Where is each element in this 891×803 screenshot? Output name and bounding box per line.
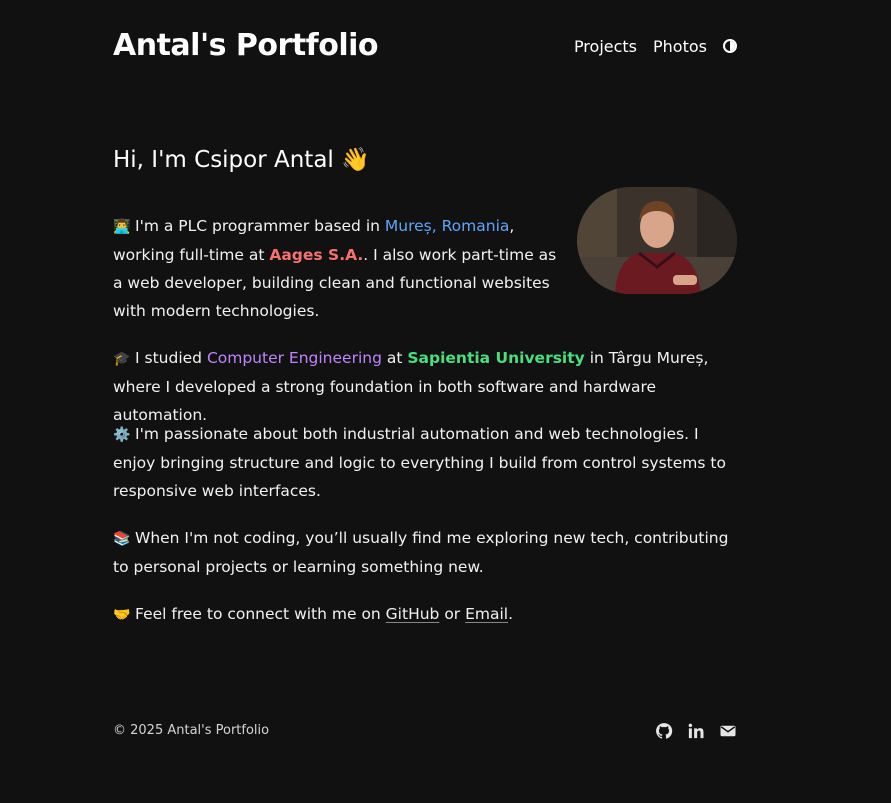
- p5-text-1: Feel free to connect with me on: [135, 605, 386, 623]
- company-highlight: Aages S.A.: [269, 246, 364, 264]
- avatar: [577, 187, 737, 294]
- p2-text-2: at: [381, 349, 408, 367]
- site-title[interactable]: Antal's Portfolio: [113, 26, 379, 66]
- site-header: Antal's Portfolio Projects Photos: [113, 26, 737, 66]
- intro-paragraph-education: 🎓 I studied Computer Engineering at Sapie…: [113, 344, 743, 429]
- technologist-emoji-icon: 👨‍💻: [113, 219, 131, 235]
- location-highlight: Mureș, Romania: [384, 217, 510, 235]
- github-icon[interactable]: [655, 722, 673, 740]
- p2-text-1: I studied: [135, 349, 207, 367]
- nav-photos-link[interactable]: Photos: [653, 37, 707, 56]
- theme-toggle-icon[interactable]: [723, 39, 737, 53]
- books-emoji-icon: 📚: [113, 531, 131, 547]
- p3-text: I'm passionate about both industrial aut…: [113, 425, 726, 500]
- graduation-cap-emoji-icon: 🎓: [113, 351, 131, 367]
- intro-paragraph-passion: ⚙️ I'm passionate about both industrial a…: [113, 420, 743, 505]
- copyright-text: © 2025 Antal's Portfolio: [113, 723, 270, 738]
- linkedin-icon[interactable]: [687, 722, 705, 740]
- handshake-emoji-icon: 🤝: [113, 607, 131, 623]
- p5-text-3: .: [508, 605, 514, 623]
- profile-photo-image: [577, 187, 737, 294]
- intro-paragraph-hobbies: 📚 When I'm not coding, you’ll usually fin…: [113, 524, 743, 581]
- nav-projects-link[interactable]: Projects: [574, 37, 637, 56]
- social-links: [655, 722, 737, 740]
- university-highlight: Sapientia University: [407, 349, 585, 367]
- site-footer: © 2025 Antal's Portfolio: [113, 722, 737, 742]
- intro-paragraph-work: 👨‍💻 I'm a PLC programmer based in Mureș, …: [113, 212, 563, 325]
- mail-icon[interactable]: [719, 722, 737, 740]
- p1-text-1: I'm a PLC programmer based in: [135, 217, 385, 235]
- email-link[interactable]: Email: [465, 605, 508, 623]
- gear-emoji-icon: ⚙️: [113, 427, 131, 443]
- main-nav: Projects Photos: [574, 26, 737, 66]
- field-highlight: Computer Engineering: [206, 349, 382, 367]
- p5-text-2: or: [439, 605, 466, 623]
- intro-paragraph-connect: 🤝 Feel free to connect with me on GitHub …: [113, 600, 743, 629]
- github-link[interactable]: GitHub: [386, 605, 440, 623]
- p4-text: When I'm not coding, you’ll usually find…: [113, 529, 729, 576]
- intro-heading: Hi, I'm Csipor Antal 👋: [113, 147, 370, 173]
